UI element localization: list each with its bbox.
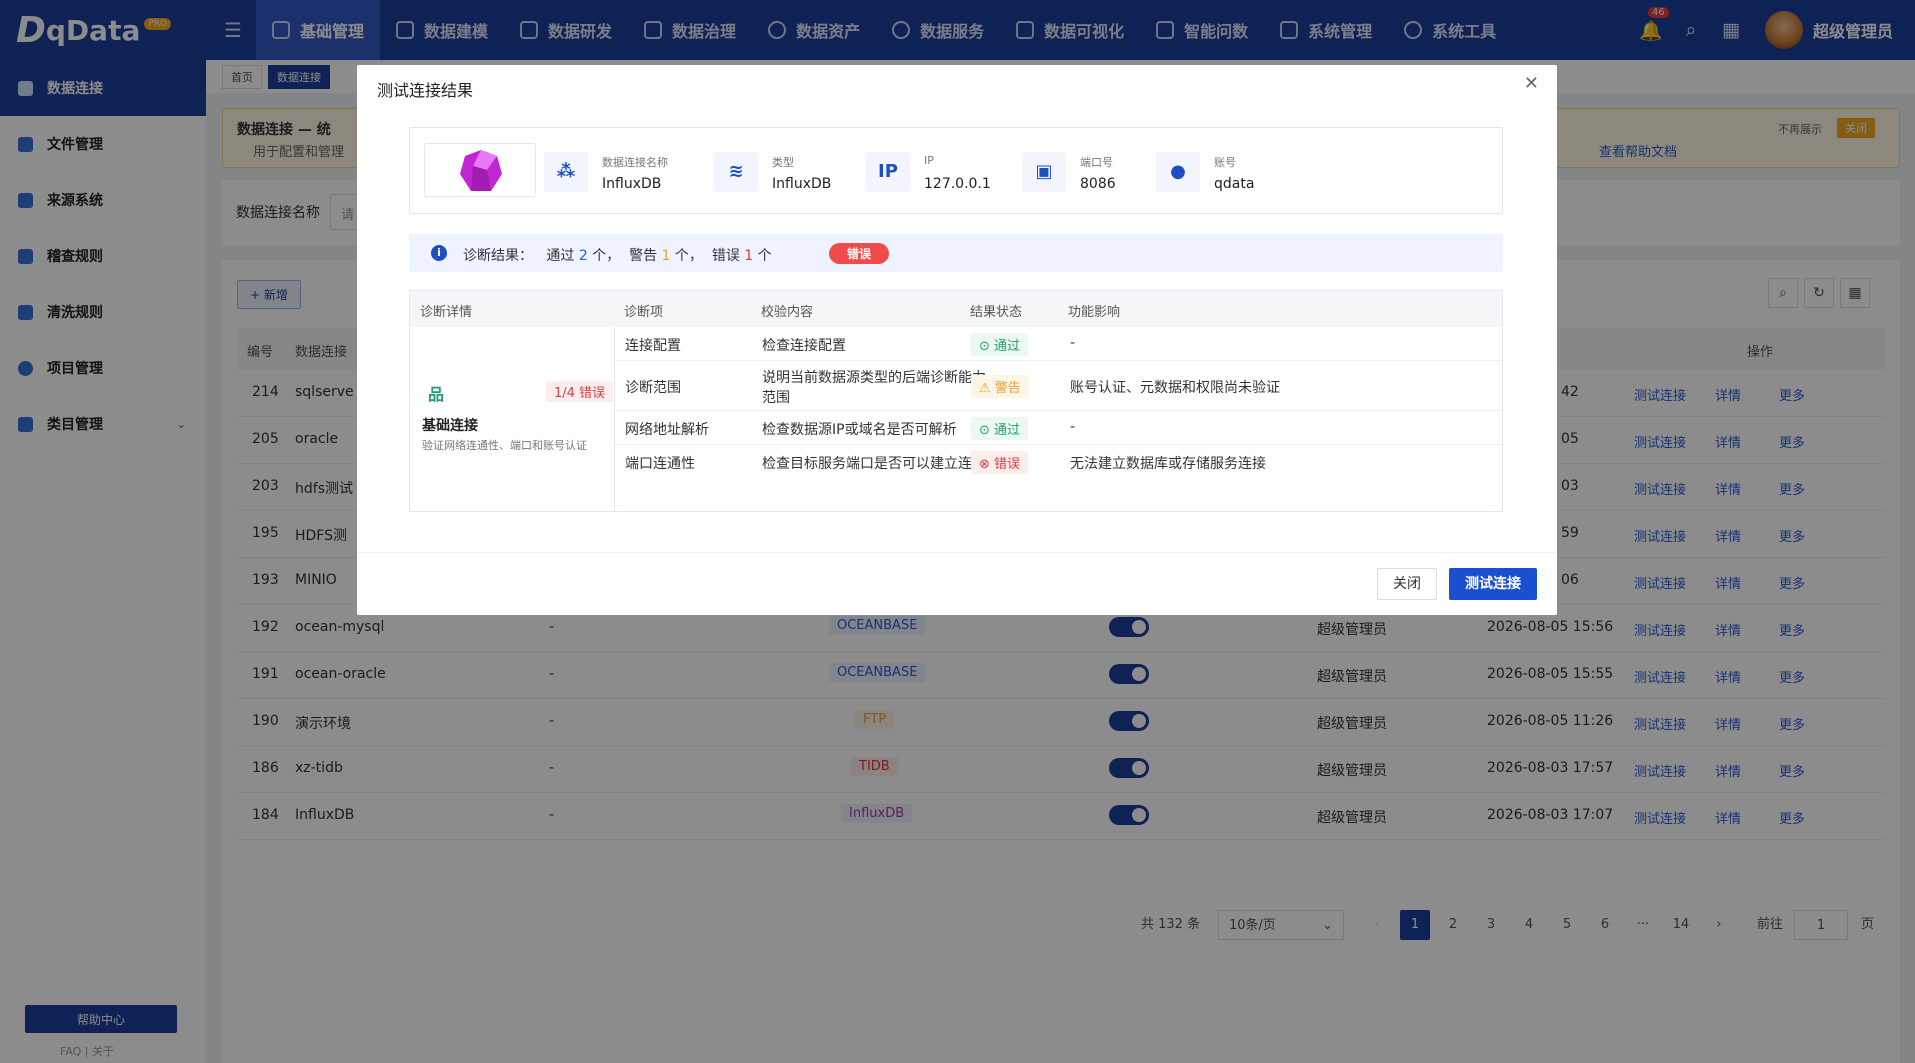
- summary-text: 诊断结果： 通过 2 个， 警告 1 个， 错误 1 个: [463, 245, 772, 265]
- group-title: 基础连接: [422, 418, 478, 434]
- cubes-icon: ⁂: [544, 152, 588, 192]
- diagnosis-table-header: 诊断详情 诊断项 校验内容 结果状态 功能影响: [410, 291, 1502, 327]
- diagnosis-row: 端口连通性 检查目标服务端口是否可以建立连接 ⊗ 错误 无法建立数据库或存储服务…: [615, 445, 1502, 479]
- diagnosis-row: 诊断范围 说明当前数据源类型的后端诊断能力 范围 ⚠ 警告 账号认证、元数据和权…: [615, 361, 1502, 411]
- info-value: 8086: [1080, 176, 1116, 192]
- th-impact: 功能影响: [1068, 305, 1121, 320]
- result-error-tag: 错误: [829, 243, 890, 264]
- th-status: 结果状态: [970, 305, 1023, 320]
- diag-item: 端口连通性: [625, 456, 695, 472]
- dialog-title: 测试连接结果: [377, 81, 474, 100]
- err-label: 错误: [711, 248, 740, 264]
- info-value: InfluxDB: [602, 176, 662, 192]
- status-pass: ⊙ 通过: [971, 333, 1029, 356]
- err-count: 1: [744, 248, 754, 264]
- influxdb-logo: [424, 143, 536, 197]
- status-label: 错误: [994, 457, 1021, 472]
- diagnosis-row: 网络地址解析 检查数据源IP或域名是否可解析 ⊙ 通过 -: [615, 411, 1502, 445]
- info-value: InfluxDB: [772, 176, 832, 192]
- info-label: IP: [924, 154, 934, 167]
- th-item: 诊断项: [624, 305, 664, 320]
- pass-unit: 个，: [592, 248, 621, 264]
- status-label: 警告: [994, 381, 1021, 396]
- group-error-badge: 1/4 错误: [546, 381, 614, 402]
- diag-check: 检查连接配置: [762, 338, 846, 354]
- port-icon: ▣: [1022, 152, 1066, 192]
- layers-icon: ≋: [714, 152, 758, 192]
- test-connection-button[interactable]: 测试连接: [1449, 568, 1537, 600]
- info-value: 127.0.0.1: [924, 176, 991, 192]
- diagnosis-summary: i 诊断结果： 通过 2 个， 警告 1 个， 错误 1 个 错误: [409, 234, 1503, 272]
- diag-item: 连接配置: [625, 338, 681, 354]
- group-subtitle: 验证网络连通性、端口和账号认证: [422, 439, 587, 452]
- status-label: 通过: [994, 423, 1021, 438]
- info-value: qdata: [1214, 176, 1255, 192]
- diag-check-line2: 范围: [762, 390, 790, 406]
- user-icon: ●: [1156, 152, 1200, 192]
- diagnosis-row: 连接配置 检查连接配置 ⊙ 通过 -: [615, 327, 1502, 361]
- th-check: 校验内容: [761, 305, 814, 320]
- diagnosis-table: 诊断详情 诊断项 校验内容 结果状态 功能影响 品 1/4 错误 基础连接 验证…: [409, 290, 1503, 512]
- status-warning: ⚠ 警告: [971, 375, 1029, 398]
- info-label: 类型: [772, 156, 794, 169]
- network-tree-icon: 品: [427, 385, 444, 404]
- diag-item: 网络地址解析: [625, 422, 709, 438]
- status-pass: ⊙ 通过: [971, 417, 1029, 440]
- test-connection-dialog: 测试连接结果 ✕ ⁂ 数据连接名称 InfluxDB ≋ 类型 InfluxDB…: [357, 65, 1557, 615]
- diag-impact: -: [1070, 335, 1076, 351]
- info-icon: i: [431, 245, 447, 261]
- close-button[interactable]: 关闭: [1377, 568, 1437, 600]
- warning-icon: ⚠: [979, 381, 995, 396]
- diagnosis-group: 品 1/4 错误 基础连接 验证网络连通性、端口和账号认证: [410, 327, 615, 511]
- check-circle-icon: ⊙: [979, 339, 995, 354]
- dialog-footer-divider: [357, 552, 1557, 553]
- status-label: 通过: [994, 339, 1021, 354]
- warn-unit: 个，: [674, 248, 703, 264]
- diag-check: 说明当前数据源类型的后端诊断能力: [762, 370, 986, 386]
- err-unit: 个: [757, 248, 772, 264]
- diag-impact: 无法建立数据库或存储服务连接: [1070, 456, 1266, 472]
- pass-count: 2: [578, 248, 588, 264]
- warn-label: 警告: [629, 248, 658, 264]
- info-label: 端口号: [1080, 156, 1113, 169]
- check-circle-icon: ⊙: [979, 423, 995, 438]
- warn-count: 1: [661, 248, 671, 264]
- diag-item: 诊断范围: [625, 380, 681, 396]
- info-label: 数据连接名称: [602, 156, 668, 169]
- summary-label: 诊断结果：: [463, 248, 533, 264]
- status-error: ⊗ 错误: [971, 451, 1029, 474]
- diag-check: 检查目标服务端口是否可以建立连接: [762, 456, 986, 472]
- diag-impact: 账号认证、元数据和权限尚未验证: [1070, 380, 1280, 396]
- pass-label: 通过: [546, 248, 575, 264]
- ip-icon: IP: [866, 152, 910, 192]
- error-circle-icon: ⊗: [979, 457, 995, 472]
- close-icon[interactable]: ✕: [1524, 73, 1539, 94]
- connection-info-card: ⁂ 数据连接名称 InfluxDB ≋ 类型 InfluxDB IP IP 12…: [409, 127, 1503, 214]
- info-label: 账号: [1214, 156, 1236, 169]
- diag-check: 检查数据源IP或域名是否可解析: [762, 422, 957, 438]
- th-detail: 诊断详情: [420, 305, 473, 320]
- diag-impact: -: [1070, 419, 1076, 435]
